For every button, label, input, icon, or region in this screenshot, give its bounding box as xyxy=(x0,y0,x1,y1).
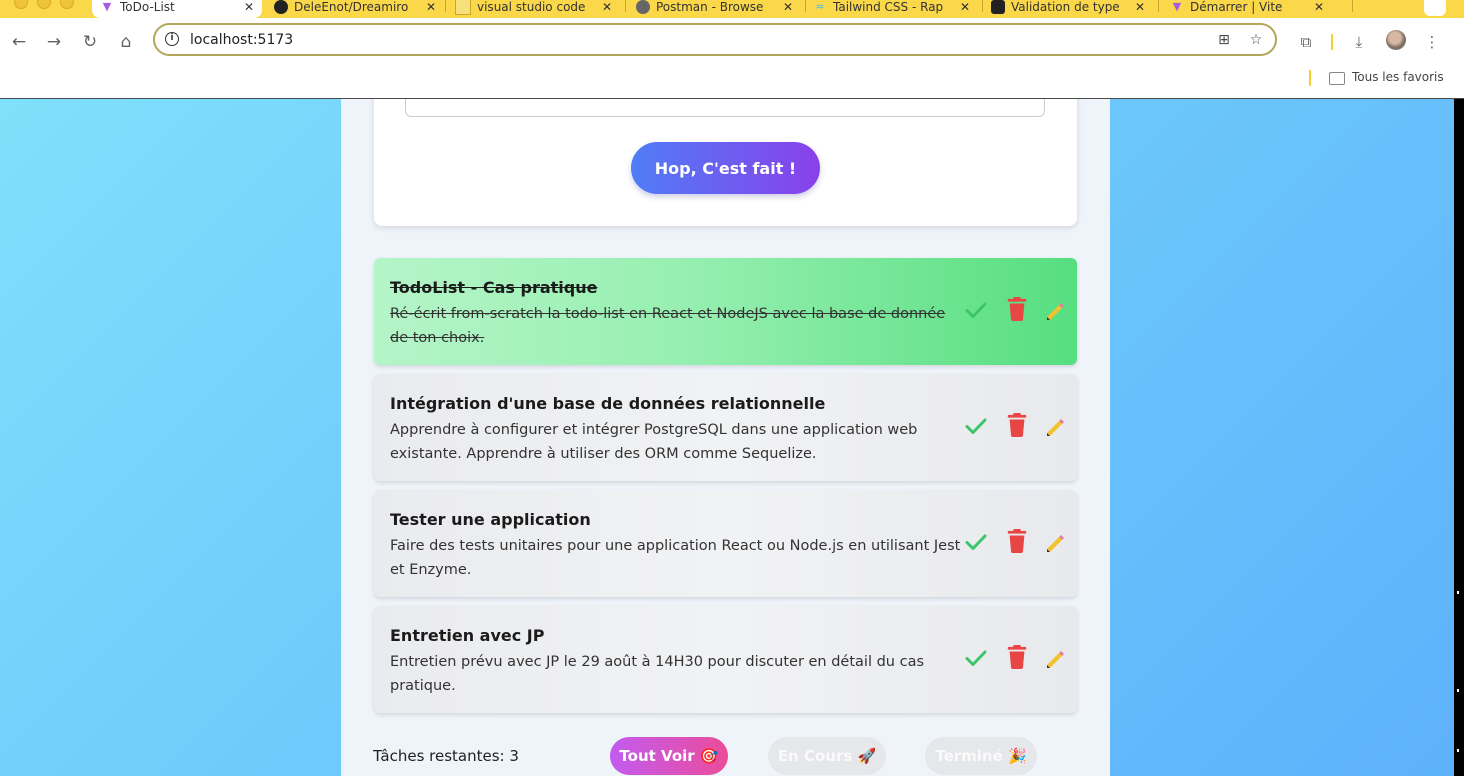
todo-item: Tester une application Faire des tests u… xyxy=(374,490,1077,597)
todo-title: TodoList - Cas pratique xyxy=(390,278,598,297)
pencil-icon[interactable] xyxy=(1044,299,1068,323)
check-icon[interactable] xyxy=(964,530,988,554)
check-icon[interactable] xyxy=(964,414,988,438)
translate-icon[interactable]: ⊞ xyxy=(1215,31,1233,49)
todo-description: Ré-écrit from-scratch la todo-list en Re… xyxy=(390,306,946,346)
tab-todo-list[interactable]: ▼ ToDo-List ✕ xyxy=(92,0,262,18)
postman-favicon-icon xyxy=(636,0,650,14)
tab-title: Démarrer | Vite xyxy=(1190,0,1283,14)
tab-close-icon[interactable]: ✕ xyxy=(1135,0,1145,14)
tab-vite[interactable]: ▼ Démarrer | Vite ✕ xyxy=(1170,0,1332,18)
reload-icon[interactable]: ↻ xyxy=(80,32,100,52)
window-controls xyxy=(14,0,74,9)
filter-done-button[interactable]: Terminé 🎉 xyxy=(925,737,1037,775)
pencil-icon[interactable] xyxy=(1044,647,1068,671)
tab-vscode[interactable]: visual studio code ✕ xyxy=(455,0,620,18)
forward-icon[interactable]: → xyxy=(44,32,64,52)
todo-item: Entretien avec JP Entretien prévu avec J… xyxy=(374,606,1077,713)
trash-icon[interactable] xyxy=(1005,529,1029,553)
star-icon[interactable]: ☆ xyxy=(1247,31,1265,49)
tab-search-button[interactable] xyxy=(1424,0,1446,16)
tab-title: visual studio code xyxy=(477,0,586,14)
browser-toolbar: ← → ↻ ⌂ i localhost:5173 ⊞ ☆ ⧉ ⤓ ⋮ xyxy=(0,18,1464,66)
extensions-icon[interactable]: ⧉ xyxy=(1296,32,1316,52)
todo-title: Intégration d'une base de données relati… xyxy=(390,394,826,413)
avatar[interactable] xyxy=(1386,30,1406,50)
tab-close-icon[interactable]: ✕ xyxy=(1314,0,1324,14)
pencil-icon[interactable] xyxy=(1044,415,1068,439)
tab-title: Tailwind CSS - Rap xyxy=(833,0,944,14)
trash-icon[interactable] xyxy=(1005,297,1029,321)
tab-close-icon[interactable]: ✕ xyxy=(244,0,254,14)
app-container: Hop, C'est fait ! TodoList - Cas pratiqu… xyxy=(341,99,1110,776)
tab-close-icon[interactable]: ✕ xyxy=(602,0,612,14)
vite-favicon-icon: ▼ xyxy=(102,0,112,13)
tab-close-icon[interactable]: ✕ xyxy=(426,0,436,14)
tab-title: ToDo-List xyxy=(120,0,175,14)
tab-title: Postman - Browse xyxy=(656,0,764,14)
tab-title: Validation de type xyxy=(1011,0,1120,14)
todo-title: Tester une application xyxy=(390,510,591,529)
trash-icon[interactable] xyxy=(1005,645,1029,669)
home-icon[interactable]: ⌂ xyxy=(116,32,136,52)
todo-footer: Tâches restantes: 3 Tout Voir 🎯 En Cours… xyxy=(373,737,1073,776)
close-window-button[interactable] xyxy=(14,0,28,9)
submit-button[interactable]: Hop, C'est fait ! xyxy=(631,142,820,194)
bookmarks-bar: Tous les favoris xyxy=(0,66,1464,99)
description-input[interactable] xyxy=(405,99,1045,117)
vite-favicon-icon: ▼ xyxy=(1172,0,1182,13)
page-background: Hop, C'est fait ! TodoList - Cas pratiqu… xyxy=(0,99,1454,776)
todo-item: TodoList - Cas pratique Ré-écrit from-sc… xyxy=(374,258,1077,365)
doc-favicon-icon xyxy=(455,0,471,15)
tab-validation[interactable]: Validation de type ✕ xyxy=(991,0,1153,18)
check-icon[interactable] xyxy=(964,298,988,322)
todo-title: Entretien avec JP xyxy=(390,626,545,645)
remaining-count: Tâches restantes: 3 xyxy=(373,747,519,765)
url-text[interactable]: localhost:5173 xyxy=(190,32,293,48)
screen-edge xyxy=(1454,99,1464,776)
todo-item: Intégration d'une base de données relati… xyxy=(374,374,1077,481)
tab-github[interactable]: DeleEnot/Dreamiro ✕ xyxy=(274,0,444,18)
check-icon[interactable] xyxy=(964,646,988,670)
tab-postman[interactable]: Postman - Browse ✕ xyxy=(636,0,801,18)
download-icon[interactable]: ⤓ xyxy=(1349,32,1369,52)
pencil-icon[interactable] xyxy=(1044,531,1068,555)
minimize-window-button[interactable] xyxy=(37,0,51,9)
tab-close-icon[interactable]: ✕ xyxy=(783,0,793,14)
filter-in-progress-button[interactable]: En Cours 🚀 xyxy=(768,737,886,775)
tab-strip: ▼ ToDo-List ✕ DeleEnot/Dreamiro ✕ visual… xyxy=(0,0,1464,18)
filter-all-button[interactable]: Tout Voir 🎯 xyxy=(610,737,728,775)
back-icon[interactable]: ← xyxy=(9,32,29,52)
zoom-window-button[interactable] xyxy=(60,0,74,9)
tab-title: DeleEnot/Dreamiro xyxy=(294,0,409,14)
tab-tailwind[interactable]: ≈ Tailwind CSS - Rap ✕ xyxy=(813,0,978,18)
trash-icon[interactable] xyxy=(1005,413,1029,437)
tab-close-icon[interactable]: ✕ xyxy=(960,0,970,14)
all-bookmarks-link[interactable]: Tous les favoris xyxy=(1352,70,1444,84)
tailwind-favicon-icon: ≈ xyxy=(815,0,825,13)
site-favicon-icon xyxy=(991,0,1005,14)
site-info-icon[interactable]: i xyxy=(165,32,179,46)
folder-icon xyxy=(1329,72,1345,85)
todo-form-card: Hop, C'est fait ! xyxy=(374,99,1077,226)
github-favicon-icon xyxy=(274,0,288,14)
kebab-menu-icon[interactable]: ⋮ xyxy=(1422,32,1442,52)
address-bar[interactable]: i localhost:5173 ⊞ ☆ xyxy=(153,23,1277,56)
todo-description: Faire des tests unitaires pour une appli… xyxy=(390,538,961,578)
todo-description: Apprendre à configurer et intégrer Postg… xyxy=(390,422,918,462)
todo-description: Entretien prévu avec JP le 29 août à 14H… xyxy=(390,654,925,694)
